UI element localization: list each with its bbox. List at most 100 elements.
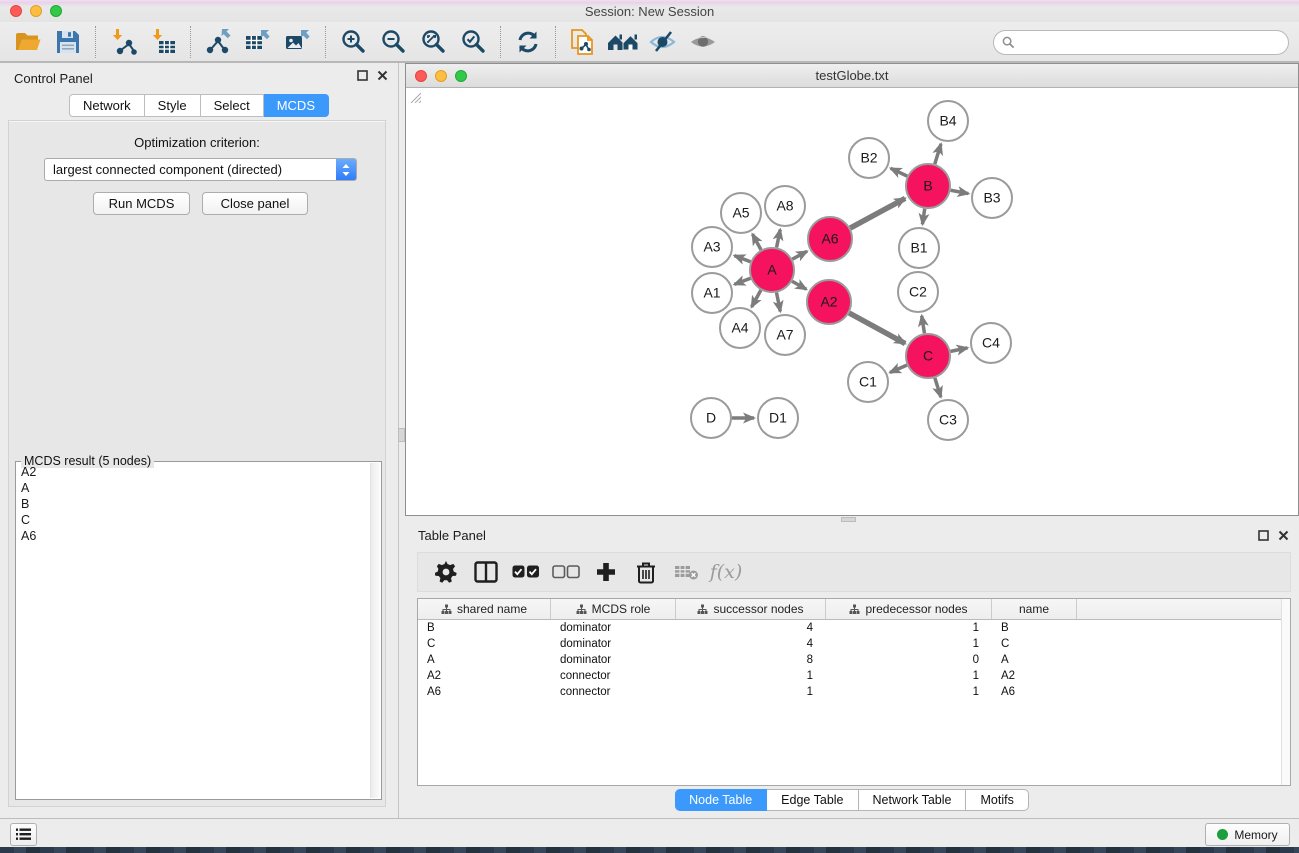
- edge-A-A6[interactable]: [792, 251, 807, 259]
- refresh-button[interactable]: [508, 25, 548, 59]
- hide-selected-button[interactable]: [643, 25, 683, 59]
- tab-select[interactable]: Select: [201, 94, 264, 117]
- node-A7[interactable]: A7: [765, 315, 805, 355]
- cell-name[interactable]: C: [992, 636, 1077, 652]
- edge-B-B4[interactable]: [935, 144, 941, 164]
- horizontal-splitter-handle[interactable]: [841, 517, 856, 522]
- node-D1[interactable]: D1: [758, 398, 798, 438]
- horizontal-splitter[interactable]: [405, 516, 1299, 523]
- edge-A-A1[interactable]: [734, 278, 750, 284]
- show-columns-button[interactable]: [468, 556, 504, 588]
- cell-successor-nodes[interactable]: 4: [676, 636, 826, 652]
- delete-column-button[interactable]: [628, 556, 664, 588]
- network-window-titlebar[interactable]: testGlobe.txt: [406, 64, 1298, 88]
- close-panel-icon[interactable]: [377, 70, 388, 81]
- run-mcds-button[interactable]: Run MCDS: [93, 192, 190, 215]
- criterion-select[interactable]: largest connected component (directed): [44, 158, 357, 181]
- deselect-all-rows-button[interactable]: [548, 556, 584, 588]
- task-history-button[interactable]: [10, 823, 37, 846]
- cell-shared-name[interactable]: A6: [418, 684, 551, 700]
- cell-mcds-role[interactable]: dominator: [551, 636, 676, 652]
- node-D[interactable]: D: [691, 398, 731, 438]
- mcds-result-list[interactable]: A2 A B C A6: [17, 464, 369, 798]
- node-B2[interactable]: B2: [849, 138, 889, 178]
- node-A5[interactable]: A5: [721, 193, 761, 233]
- node-C1[interactable]: C1: [848, 362, 888, 402]
- cell-predecessor-nodes[interactable]: 1: [826, 668, 992, 684]
- edge-C-C1[interactable]: [890, 365, 907, 372]
- edge-A-A5[interactable]: [752, 234, 761, 250]
- zoom-in-button[interactable]: [333, 25, 373, 59]
- table-scrollbar[interactable]: [1281, 599, 1290, 785]
- node-C3[interactable]: C3: [928, 400, 968, 440]
- zoom-fit-button[interactable]: [413, 25, 453, 59]
- export-table-button[interactable]: [238, 25, 278, 59]
- cell-successor-nodes[interactable]: 1: [676, 668, 826, 684]
- cell-mcds-role[interactable]: dominator: [551, 652, 676, 668]
- tab-style[interactable]: Style: [145, 94, 201, 117]
- cell-name[interactable]: A6: [992, 684, 1077, 700]
- export-network-button[interactable]: [198, 25, 238, 59]
- node-A1[interactable]: A1: [692, 273, 732, 313]
- edge-C-C4[interactable]: [951, 348, 968, 352]
- cell-predecessor-nodes[interactable]: 1: [826, 684, 992, 700]
- node-table[interactable]: shared name MCDS role successor nodes pr…: [417, 598, 1291, 786]
- memory-button[interactable]: Memory: [1205, 823, 1290, 846]
- result-scrollbar[interactable]: [370, 463, 380, 798]
- cell-mcds-role[interactable]: dominator: [551, 620, 676, 636]
- tab-mcds[interactable]: MCDS: [264, 94, 329, 117]
- export-image-button[interactable]: [278, 25, 318, 59]
- network-canvas[interactable]: AA1A3A5A8A4A7A6A2BB1B2B3B4CC1C2C3C4DD1: [407, 89, 1297, 514]
- cell-predecessor-nodes[interactable]: 1: [826, 620, 992, 636]
- resize-grip-icon[interactable]: [407, 89, 421, 103]
- edge-A-A4[interactable]: [752, 290, 761, 307]
- edge-A-A3[interactable]: [734, 256, 750, 262]
- edge-B-B3[interactable]: [951, 190, 969, 193]
- edge-A-A7[interactable]: [777, 293, 781, 312]
- cell-name[interactable]: A2: [992, 668, 1077, 684]
- column-header-mcds-role[interactable]: MCDS role: [551, 599, 676, 619]
- search-field[interactable]: [993, 30, 1289, 55]
- node-A4[interactable]: A4: [720, 308, 760, 348]
- cell-successor-nodes[interactable]: 8: [676, 652, 826, 668]
- table-row[interactable]: A dominator 8 0 A: [418, 652, 1290, 668]
- table-row[interactable]: A6 connector 1 1 A6: [418, 684, 1290, 700]
- edge-C-C3[interactable]: [935, 378, 941, 397]
- column-header-shared-name[interactable]: shared name: [418, 599, 551, 619]
- close-panel-icon[interactable]: [1278, 530, 1289, 541]
- tab-network[interactable]: Network: [69, 94, 145, 117]
- node-A2[interactable]: A2: [807, 280, 851, 324]
- node-C4[interactable]: C4: [971, 323, 1011, 363]
- list-item[interactable]: C: [17, 512, 369, 528]
- float-panel-icon[interactable]: [357, 70, 368, 81]
- tab-node-table[interactable]: Node Table: [675, 789, 767, 811]
- table-row[interactable]: C dominator 4 1 C: [418, 636, 1290, 652]
- cell-shared-name[interactable]: A: [418, 652, 551, 668]
- open-file-button[interactable]: [8, 25, 48, 59]
- show-selected-button[interactable]: [683, 25, 723, 59]
- node-B1[interactable]: B1: [899, 228, 939, 268]
- node-A3[interactable]: A3: [692, 227, 732, 267]
- column-header-successor-nodes[interactable]: successor nodes: [676, 599, 826, 619]
- column-header-name[interactable]: name: [992, 599, 1077, 619]
- edge-A6-B[interactable]: [850, 198, 905, 228]
- cell-predecessor-nodes[interactable]: 1: [826, 636, 992, 652]
- cell-mcds-role[interactable]: connector: [551, 668, 676, 684]
- show-all-networks-button[interactable]: [603, 25, 643, 59]
- cell-predecessor-nodes[interactable]: 0: [826, 652, 992, 668]
- list-item[interactable]: B: [17, 496, 369, 512]
- search-input[interactable]: [1020, 36, 1288, 50]
- node-A[interactable]: A: [750, 248, 794, 292]
- cell-shared-name[interactable]: A2: [418, 668, 551, 684]
- edge-A-A8[interactable]: [777, 230, 781, 248]
- cell-successor-nodes[interactable]: 1: [676, 684, 826, 700]
- close-panel-button[interactable]: Close panel: [202, 192, 308, 215]
- tab-motifs[interactable]: Motifs: [966, 789, 1028, 811]
- node-A6[interactable]: A6: [808, 217, 852, 261]
- cell-shared-name[interactable]: C: [418, 636, 551, 652]
- table-row[interactable]: A2 connector 1 1 A2: [418, 668, 1290, 684]
- zoom-out-button[interactable]: [373, 25, 413, 59]
- tab-network-table[interactable]: Network Table: [859, 789, 967, 811]
- save-session-button[interactable]: [48, 25, 88, 59]
- cell-mcds-role[interactable]: connector: [551, 684, 676, 700]
